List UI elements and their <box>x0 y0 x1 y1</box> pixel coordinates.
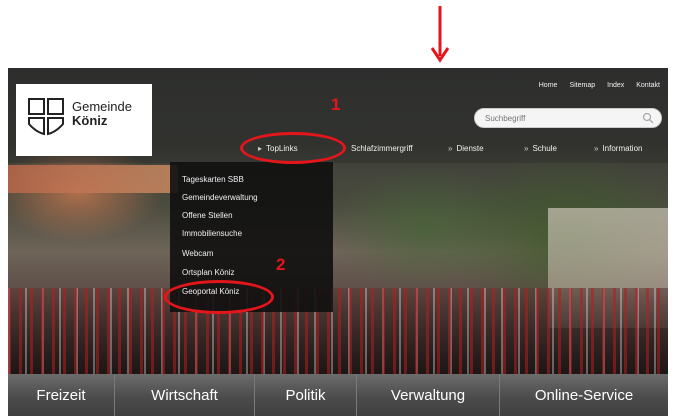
nav-item-schule[interactable]: » Schule <box>524 144 557 153</box>
koeniz-crest-icon <box>28 98 64 136</box>
site-logo[interactable]: Gemeinde Köniz <box>16 84 152 156</box>
page-margin <box>0 0 673 68</box>
nav-bullet-icon: » <box>594 144 599 153</box>
dropdown-item-gemeindeverwaltung[interactable]: Gemeindeverwaltung <box>182 193 258 202</box>
nav-item-schlafzimmergriff[interactable]: Schlafzimmergriff <box>351 144 413 153</box>
dropdown-item-immobiliensuche[interactable]: Immobiliensuche <box>182 229 242 238</box>
nav-label: Schule <box>532 144 557 153</box>
util-link-kontakt[interactable]: Kontakt <box>636 82 660 89</box>
nav-label: Schlafzimmergriff <box>351 144 413 153</box>
bottom-nav: Freizeit Wirtschaft Politik Verwaltung O… <box>8 374 668 416</box>
dropdown-item-offene-stellen[interactable]: Offene Stellen <box>182 211 233 220</box>
nav-label: Dienste <box>456 144 484 153</box>
photo-crowd <box>8 288 668 378</box>
annotation-number-2: 2 <box>276 255 286 274</box>
bottom-nav-politik[interactable]: Politik <box>255 374 357 416</box>
logo-text-gemeinde: Gemeinde <box>72 99 132 114</box>
photo-roof <box>8 165 178 193</box>
utility-nav: Home Sitemap Index Kontakt <box>539 82 660 89</box>
dropdown-item-webcam[interactable]: Webcam <box>182 249 213 258</box>
nav-bullet-icon: » <box>448 144 453 153</box>
red-arrow-icon <box>430 6 450 63</box>
util-link-sitemap[interactable]: Sitemap <box>569 82 595 89</box>
util-link-index[interactable]: Index <box>607 82 624 89</box>
bottom-nav-online-service[interactable]: Online-Service <box>500 374 668 416</box>
annotation-ring-2 <box>164 280 274 314</box>
util-link-home[interactable]: Home <box>539 82 558 89</box>
dropdown-item-tageskarten[interactable]: Tageskarten SBB <box>182 175 244 184</box>
annotation-ring-1 <box>240 132 346 164</box>
nav-item-information[interactable]: » Information <box>594 144 642 153</box>
website-frame: Gemeinde Köniz Home Sitemap Index Kontak… <box>8 68 668 416</box>
nav-label: Information <box>602 144 643 153</box>
search-input[interactable] <box>485 112 635 125</box>
search-box <box>474 108 662 128</box>
logo-text-koeniz: Köniz <box>72 113 108 128</box>
dropdown-item-ortsplan[interactable]: Ortsplan Köniz <box>182 268 234 277</box>
nav-bullet-icon: » <box>524 144 529 153</box>
bottom-nav-verwaltung[interactable]: Verwaltung <box>357 374 500 416</box>
annotation-number-1: 1 <box>331 95 341 114</box>
bottom-nav-wirtschaft[interactable]: Wirtschaft <box>115 374 255 416</box>
nav-item-dienste[interactable]: » Dienste <box>448 144 484 153</box>
bottom-nav-freizeit[interactable]: Freizeit <box>8 374 115 416</box>
search-icon[interactable] <box>642 112 654 124</box>
